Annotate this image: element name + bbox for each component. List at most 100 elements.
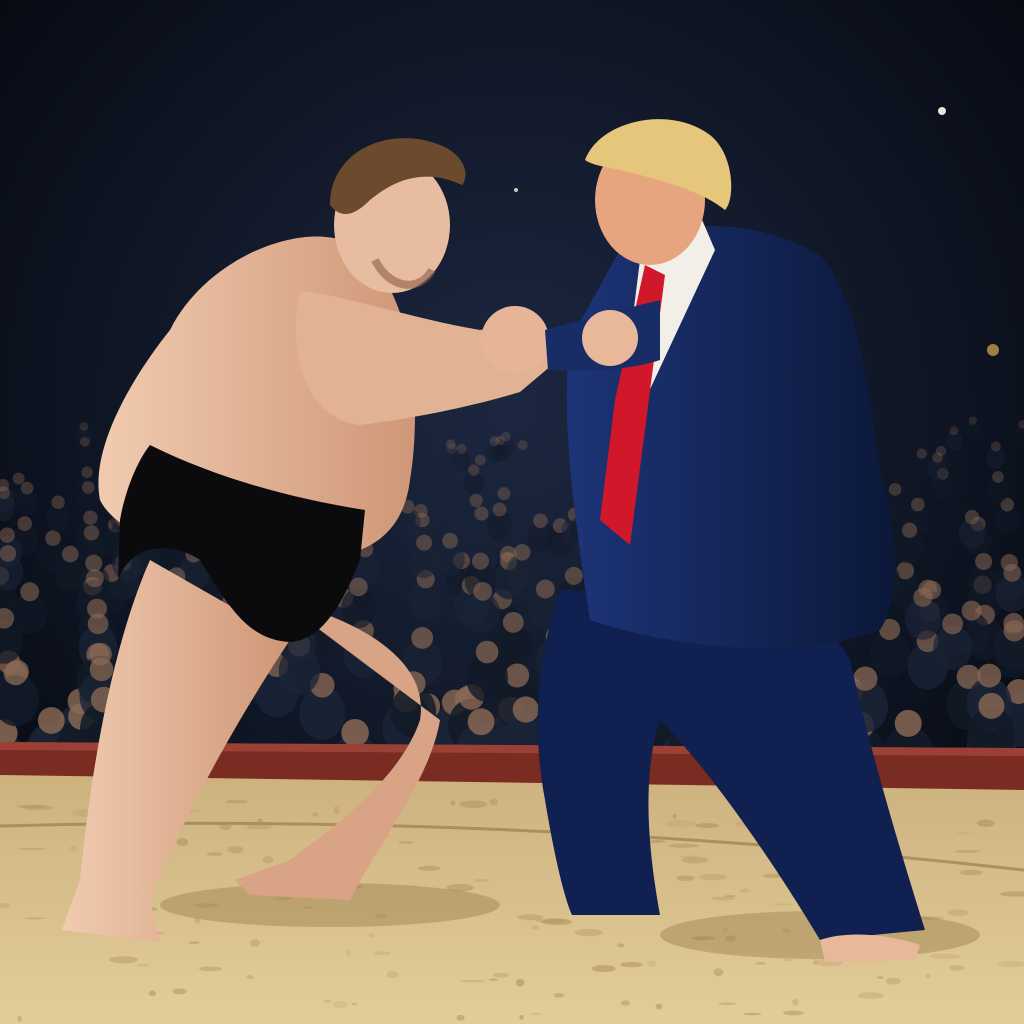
crowd-person-head [0,545,17,562]
crowd-person-head [468,464,480,476]
crowd-person-head [472,552,489,570]
sand-speck [225,799,248,804]
crowd-person-head [474,506,489,521]
arena-lamp [987,344,999,356]
sand-speck [246,975,254,980]
sand-speck [374,951,391,956]
sand-speck [782,1010,805,1016]
sand-speck [206,852,223,856]
sand-speck [531,925,540,930]
crowd-person-head [442,532,458,549]
sand-speck [698,873,728,881]
crowd-person-head [533,513,548,529]
sand-speck [219,822,232,831]
sand-speck [574,928,604,937]
sand-speck [108,956,139,964]
sand-speck [680,855,698,859]
sand-speck [676,875,695,881]
sand-speck [199,966,222,972]
crowd-person-head [79,422,89,432]
sand-speck [68,846,77,852]
sand-speck [17,1015,22,1023]
crowd-person-head [497,487,511,501]
crowd-person-head [502,612,524,633]
crowd-person-head [1003,564,1022,582]
sand-speck [655,1003,663,1010]
sand-speck [24,917,46,920]
crowd-person-head [492,502,507,517]
sand-speck [262,856,274,864]
sand-speck [724,895,736,898]
sand-speck [17,848,47,851]
crowd-person-head [467,708,495,736]
crowd-person-head [85,569,104,588]
sand-speck [710,896,736,901]
sand-speck [312,812,319,817]
arena-spotlight-small [514,188,518,192]
sand-speck [333,806,340,814]
crowd-person-head [20,582,40,602]
crowd-person-head [411,627,434,649]
sand-speck [176,838,189,846]
sand-speck [459,800,488,808]
sand-speck [620,961,643,968]
sand-speck [488,978,499,981]
sand-speck [948,965,965,971]
sand-speck [22,805,55,811]
sand-speck [812,958,818,965]
crowd-person-head [87,613,109,635]
sand-speck [227,846,244,854]
sand-speck [744,1012,762,1016]
crowd-person-head [977,663,1002,688]
crowd-person-head [416,534,433,551]
sand-speck [668,843,700,848]
crowd-person-head [85,554,103,572]
crowd-person-head [916,448,927,459]
sand-speck [351,1002,357,1006]
sand-speck [718,1002,736,1005]
sand-speck [322,999,333,1004]
sand-speck [368,933,375,938]
crowd-person-head [475,640,499,664]
sand-speck [792,998,799,1006]
crowd-person-head [80,437,90,447]
sand-speck [664,820,696,828]
crowd-person-head [45,530,61,546]
sand-speck [857,992,885,999]
sand-speck [398,841,414,844]
crowd-person-head [489,436,500,447]
sand-speck [773,903,793,906]
sand-speck [694,823,720,829]
sand-speck [954,849,981,853]
sand-speck [647,960,657,967]
crowd-person-head [83,525,100,541]
crowd-person-head [968,416,977,425]
crowd-person-head [975,553,993,570]
sand-speck [529,1012,542,1016]
sand-speck [517,914,543,921]
crowd-person-head [0,527,15,543]
sand-speck [172,988,187,995]
arena-spotlight [938,107,946,115]
sand-speck [333,1000,348,1009]
sand-speck [188,941,200,944]
sand-speck [928,953,961,960]
crowd-person-head [505,663,530,688]
sand-speck [456,1014,465,1021]
crowd-person-head [445,439,456,449]
crowd-person-head [81,466,93,479]
crowd-person-head [469,493,483,508]
crowd-person-head [894,709,922,737]
crowd-person-head [513,544,531,561]
scene-illustration [0,0,1024,1024]
sand-speck [713,968,724,977]
sand-speck [591,965,616,973]
sand-speck [460,980,486,983]
crowd-person-head [341,719,369,747]
sand-speck [925,973,932,979]
crowd-person-head [564,566,583,585]
sand-speck [541,918,572,925]
crowd-person-head [942,613,963,635]
crowd-person-head [349,577,368,597]
sand-speck [136,964,151,967]
